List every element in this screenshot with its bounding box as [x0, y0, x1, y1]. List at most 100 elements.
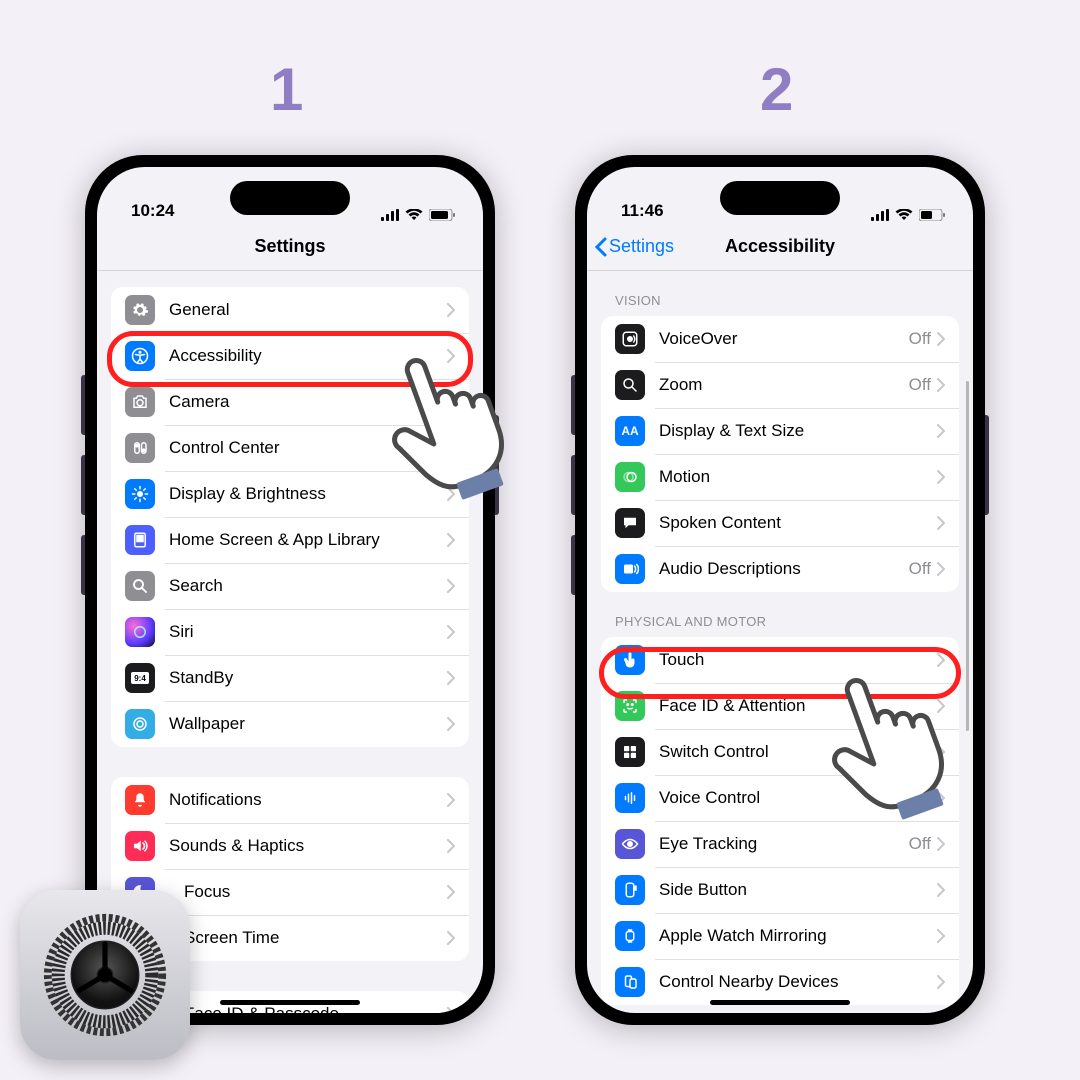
row-label: Spoken Content: [659, 513, 937, 533]
status-time: 11:46: [621, 201, 664, 221]
chevron-right-icon: [937, 562, 945, 576]
row-label: Camera: [169, 392, 447, 412]
row-label: Focus: [169, 882, 447, 902]
row-display-brightness[interactable]: Display & Brightness: [111, 471, 469, 517]
row-value: Off: [909, 742, 931, 762]
row-label: Touch: [659, 650, 937, 670]
chevron-right-icon: [937, 837, 945, 851]
row-label: Control Center: [169, 438, 447, 458]
chevron-right-icon: [937, 699, 945, 713]
row-motion[interactable]: Motion: [601, 454, 959, 500]
control-center-icon: [125, 433, 155, 463]
chevron-right-icon: [937, 378, 945, 392]
back-label: Settings: [609, 236, 674, 257]
row-control-nearby-devices[interactable]: Control Nearby Devices: [601, 959, 959, 1005]
row-label: Motion: [659, 467, 937, 487]
wifi-icon: [405, 209, 423, 221]
row-label: Screen Time: [169, 928, 447, 948]
row-watch-mirroring[interactable]: Apple Watch Mirroring: [601, 913, 959, 959]
settings-app-badge: [20, 890, 190, 1060]
chevron-right-icon: [447, 579, 455, 593]
row-wallpaper[interactable]: Wallpaper: [111, 701, 469, 747]
voiceover-icon: [615, 324, 645, 354]
battery-icon: [919, 209, 945, 221]
row-label: Search: [169, 576, 447, 596]
row-side-button[interactable]: Side Button: [601, 867, 959, 913]
row-label: Home Screen & App Library: [169, 530, 447, 550]
text-size-icon: AA: [615, 416, 645, 446]
chevron-right-icon: [447, 1007, 455, 1013]
row-control-center[interactable]: Control Center: [111, 425, 469, 471]
row-sounds-haptics[interactable]: Sounds & Haptics: [111, 823, 469, 869]
chevron-right-icon: [937, 929, 945, 943]
accessibility-icon: [125, 341, 155, 371]
row-eye-tracking[interactable]: Eye Tracking Off: [601, 821, 959, 867]
section-header-hearing: Hearing: [601, 1005, 959, 1013]
chevron-right-icon: [447, 793, 455, 807]
motion-icon: [615, 462, 645, 492]
chevron-right-icon: [937, 516, 945, 530]
row-home-screen[interactable]: Home Screen & App Library: [111, 517, 469, 563]
phone-screen-1: 10:24 Settings General Accessibility: [97, 167, 483, 1013]
wifi-icon: [895, 209, 913, 221]
chevron-right-icon: [447, 487, 455, 501]
back-button[interactable]: Settings: [595, 236, 674, 257]
side-button-icon: [615, 875, 645, 905]
row-audio-descriptions[interactable]: Audio Descriptions Off: [601, 546, 959, 592]
row-notifications[interactable]: Notifications: [111, 777, 469, 823]
row-label: Apple Watch Mirroring: [659, 926, 937, 946]
list-group: VoiceOver Off Zoom Off AA Display & Text…: [601, 316, 959, 592]
nearby-devices-icon: [615, 967, 645, 997]
row-faceid-attention[interactable]: Face ID & Attention: [601, 683, 959, 729]
touch-icon: [615, 645, 645, 675]
chevron-right-icon: [447, 441, 455, 455]
row-value: Off: [909, 329, 931, 349]
row-voiceover[interactable]: VoiceOver Off: [601, 316, 959, 362]
battery-icon: [429, 209, 455, 221]
chevron-right-icon: [447, 931, 455, 945]
section-header-motor: Physical and Motor: [601, 592, 959, 637]
nav-bar: Settings Accessibility: [587, 223, 973, 271]
row-voice-control[interactable]: Voice Control Off: [601, 775, 959, 821]
list-group: Touch Face ID & Attention Switch Control…: [601, 637, 959, 1005]
speaker-icon: [125, 831, 155, 861]
page-title: Accessibility: [725, 236, 835, 257]
row-label: Accessibility: [169, 346, 447, 366]
row-switch-control[interactable]: Switch Control Off: [601, 729, 959, 775]
zoom-icon: [615, 370, 645, 400]
gear-icon: [125, 295, 155, 325]
speech-bubble-icon: [615, 508, 645, 538]
standby-icon: 9:4: [125, 663, 155, 693]
row-standby[interactable]: 9:4 StandBy: [111, 655, 469, 701]
row-camera[interactable]: Camera: [111, 379, 469, 425]
row-label: Face ID & Passcode: [169, 1004, 447, 1013]
chevron-right-icon: [937, 470, 945, 484]
row-value: Off: [909, 834, 931, 854]
camera-icon: [125, 387, 155, 417]
row-label: Zoom: [659, 375, 909, 395]
accessibility-list[interactable]: Vision VoiceOver Off Zoom Off AA Display…: [587, 271, 973, 1013]
row-spoken-content[interactable]: Spoken Content: [601, 500, 959, 546]
dynamic-island: [720, 181, 840, 215]
phone-frame-2: 11:46 Settings Accessibility Vision Voic…: [575, 155, 985, 1025]
row-siri[interactable]: Siri: [111, 609, 469, 655]
switch-control-icon: [615, 737, 645, 767]
row-zoom[interactable]: Zoom Off: [601, 362, 959, 408]
watch-icon: [615, 921, 645, 951]
chevron-right-icon: [937, 791, 945, 805]
row-accessibility[interactable]: Accessibility: [111, 333, 469, 379]
row-label: Control Nearby Devices: [659, 972, 937, 992]
step-number-1: 1: [270, 55, 303, 124]
row-general[interactable]: General: [111, 287, 469, 333]
row-touch[interactable]: Touch: [601, 637, 959, 683]
chevron-right-icon: [447, 395, 455, 409]
brightness-icon: [125, 479, 155, 509]
row-display-text-size[interactable]: AA Display & Text Size: [601, 408, 959, 454]
chevron-right-icon: [447, 303, 455, 317]
chevron-right-icon: [937, 745, 945, 759]
row-value: Off: [909, 375, 931, 395]
row-label: Siri: [169, 622, 447, 642]
chevron-right-icon: [447, 625, 455, 639]
home-indicator: [710, 1000, 850, 1005]
row-search[interactable]: Search: [111, 563, 469, 609]
